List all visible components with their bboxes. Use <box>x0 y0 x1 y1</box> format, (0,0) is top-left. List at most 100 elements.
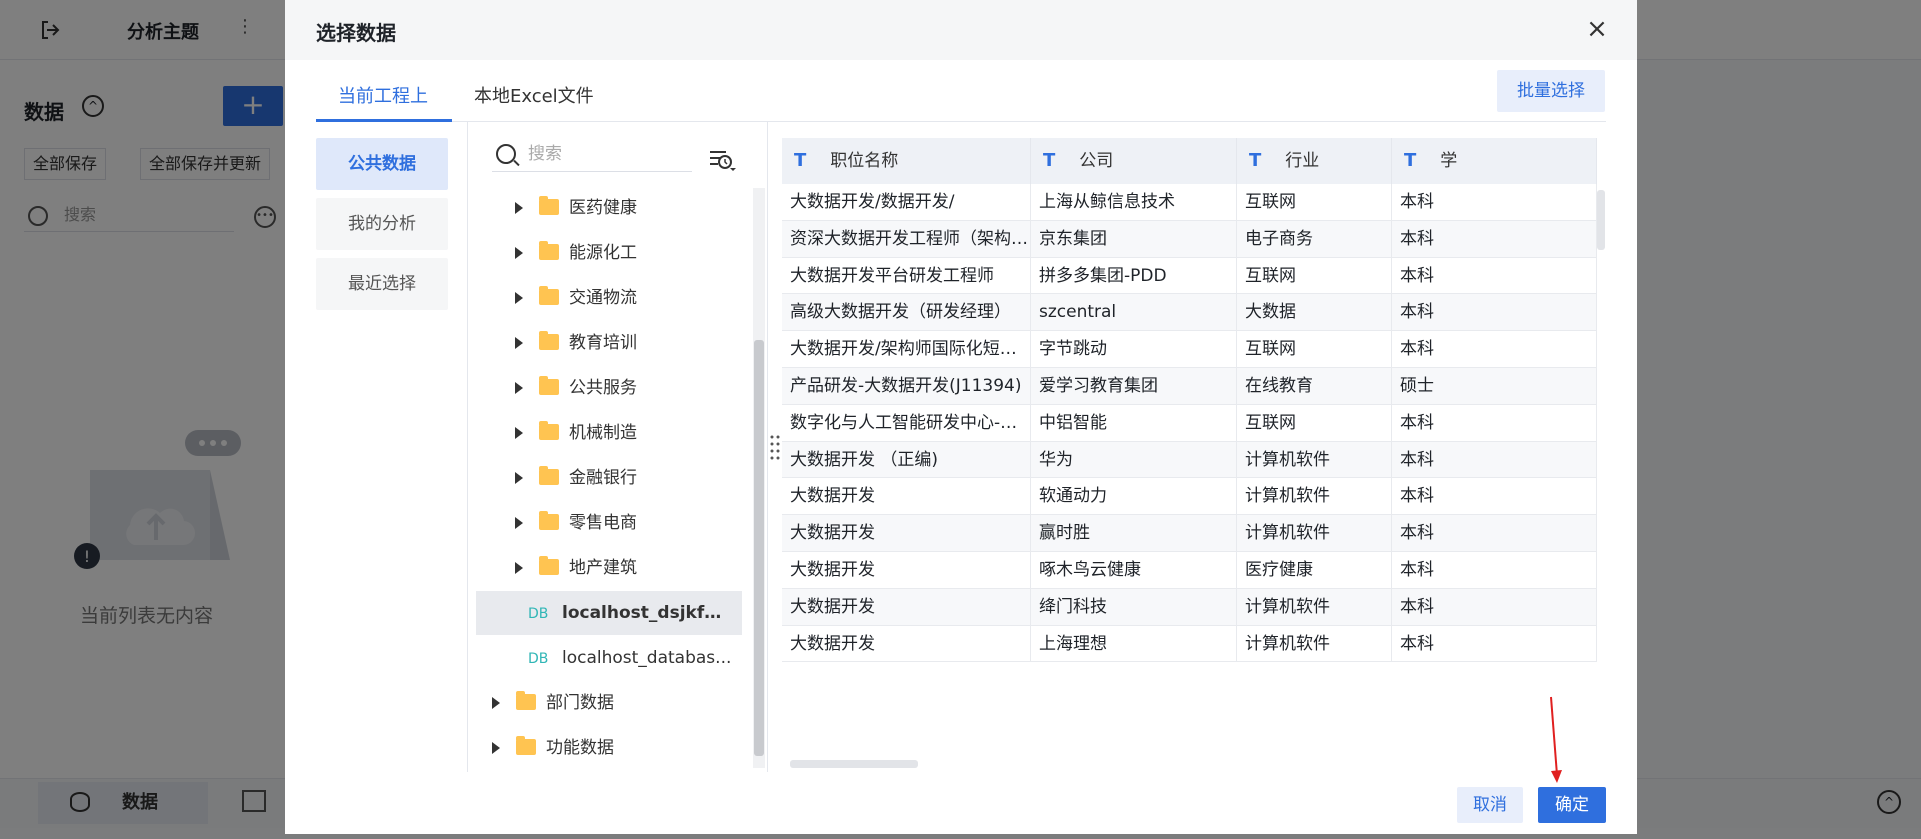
column-header-label: 学 <box>1440 151 1458 171</box>
table-row[interactable]: 大数据开发/架构师国际化短视频 字节跳动 互联网 本科 <box>782 331 1597 368</box>
table-cell: 资深大数据开发工程师（架构师 o... <box>782 220 1031 258</box>
tree-search-input[interactable] <box>528 140 688 168</box>
table-cell: 互联网 <box>1237 257 1392 295</box>
expand-caret-icon[interactable] <box>515 517 523 529</box>
table-cell: 本科 <box>1392 257 1597 295</box>
filter-history-icon[interactable] <box>708 148 736 172</box>
source-tabs: 当前工程上 本地Excel文件 <box>316 72 1606 122</box>
table-row[interactable]: 大数据开发平台研发工程师 拼多多集团-PDD 互联网 本科 <box>782 257 1597 295</box>
table-cell: 大数据 <box>1237 294 1392 332</box>
tree-item-folder[interactable]: 机械制造 <box>468 411 750 455</box>
expand-caret-icon[interactable] <box>515 472 523 484</box>
folder-icon <box>539 331 559 350</box>
tree-item-label: 机械制造 <box>569 423 637 443</box>
table-row[interactable]: 资深大数据开发工程师（架构师 o...京东集团电子商务本科 <box>782 220 1597 258</box>
table-cell: 本科 <box>1392 441 1597 479</box>
table-header: T 职位名称 T 公司 T 行业 T 学 <box>782 138 1597 184</box>
table-cell: 计算机软件 <box>1237 588 1392 626</box>
table-cell: 本科 <box>1392 220 1597 258</box>
column-header[interactable]: T学 <box>1392 138 1597 184</box>
dialog-header: 选择数据 × <box>285 0 1637 60</box>
tree-item-folder[interactable]: 医药健康 <box>468 186 750 230</box>
table-cell: 计算机软件 <box>1237 625 1392 663</box>
table-horizontal-scrollbar[interactable] <box>790 760 918 768</box>
tree-item-folder[interactable]: 部门数据 <box>468 681 750 725</box>
data-source-nav: 公共数据 我的分析 最近选择 <box>316 122 468 772</box>
tree-item-folder[interactable]: 交通物流 <box>468 276 750 320</box>
tree-item-folder[interactable]: 零售电商 <box>468 501 750 545</box>
table-row[interactable]: 高级大数据开发（研发经理） szcentral 大数据 本科 <box>782 294 1597 332</box>
tree-item-database[interactable]: DB localhost_databas... <box>468 636 750 680</box>
folder-icon <box>539 556 559 575</box>
expand-caret-icon[interactable] <box>492 697 500 709</box>
column-header[interactable]: T 行业 <box>1237 138 1392 184</box>
table-cell: 产品研发-大数据开发(J11394) <box>782 368 1031 405</box>
table-row[interactable]: 大数据开发 赢时胜 计算机软件 本科 <box>782 515 1597 552</box>
close-icon[interactable]: × <box>1585 16 1609 42</box>
column-header[interactable]: T 公司 <box>1031 138 1237 184</box>
expand-caret-icon[interactable] <box>515 202 523 214</box>
expand-caret-icon[interactable] <box>515 382 523 394</box>
expand-caret-icon[interactable] <box>515 427 523 439</box>
table-cell: 医疗健康 <box>1237 552 1392 589</box>
tree-item-folder[interactable]: 教育培训 <box>468 321 750 365</box>
table-cell: 大数据开发 （正编) <box>782 441 1031 479</box>
tree-search <box>492 136 692 172</box>
tree-item-folder[interactable]: 公共服务 <box>468 366 750 410</box>
expand-caret-icon[interactable] <box>492 742 500 754</box>
table-row[interactable]: 大数据开发 绛门科技 计算机软件 本科 <box>782 588 1597 626</box>
table-cell: 硕士 <box>1392 368 1597 405</box>
tree-item-folder[interactable]: 金融银行 <box>468 456 750 500</box>
tree-item-database[interactable]: DB localhost_dsjkfd... <box>476 591 742 635</box>
table-cell: 中铝智能 <box>1031 404 1237 442</box>
tree-item-folder[interactable]: 地产建筑 <box>468 546 750 590</box>
tree-item-label: 医药健康 <box>569 198 637 218</box>
tree-scrollbar-thumb[interactable] <box>754 340 764 756</box>
table-row[interactable]: 大数据开发 啄木鸟云健康 医疗健康 本科 <box>782 552 1597 589</box>
table-cell: 在线教育 <box>1237 368 1392 405</box>
tree-item-label: 金融银行 <box>569 468 637 488</box>
tab-local-excel[interactable]: 本地Excel文件 <box>474 82 594 108</box>
table-cell: 互联网 <box>1237 331 1392 368</box>
tree-item-folder[interactable]: 功能数据 <box>468 726 750 770</box>
resize-handle-icon[interactable] <box>769 432 781 462</box>
text-type-icon: T <box>1404 150 1417 171</box>
nav-public-data[interactable]: 公共数据 <box>316 138 448 190</box>
expand-caret-icon[interactable] <box>515 337 523 349</box>
table-cell: 大数据开发 <box>782 625 1031 663</box>
expand-caret-icon[interactable] <box>515 247 523 259</box>
table-cell: 华为 <box>1031 441 1237 479</box>
table-row[interactable]: 大数据开发/数据开发/上海从鲸信息技术 互联网 本科 <box>782 184 1597 221</box>
text-type-icon: T <box>1043 150 1056 171</box>
column-header-label: 公司 <box>1079 151 1114 171</box>
table-row[interactable]: 大数据开发 （正编) 华为 计算机软件 本科 <box>782 441 1597 479</box>
table-cell: 啄木鸟云健康 <box>1031 552 1237 589</box>
tree-item-label: localhost_databas... <box>562 648 732 668</box>
expand-caret-icon[interactable] <box>515 292 523 304</box>
nav-recent[interactable]: 最近选择 <box>316 258 448 310</box>
folder-icon <box>516 736 536 755</box>
table-cell: 大数据开发 <box>782 588 1031 626</box>
table-row[interactable]: 产品研发-大数据开发(J11394) 爱学习教育集团 在线教育 硕士 <box>782 368 1597 405</box>
batch-select-button[interactable]: 批量选择 <box>1497 70 1605 112</box>
expand-caret-icon[interactable] <box>515 562 523 574</box>
table-cell: 绛门科技 <box>1031 588 1237 626</box>
cancel-button[interactable]: 取消 <box>1457 787 1523 823</box>
select-data-dialog: 选择数据 × 当前工程上 本地Excel文件 批量选择 公共数据 我的分析 最近… <box>285 0 1637 834</box>
folder-icon <box>539 196 559 215</box>
confirm-button[interactable]: 确定 <box>1538 787 1606 823</box>
table-row[interactable]: 数字化与人工智能研发中心-大数... 中铝智能 互联网 本科 <box>782 404 1597 442</box>
table-row[interactable]: 大数据开发 软通动力 计算机软件 本科 <box>782 478 1597 516</box>
table-vertical-scrollbar[interactable] <box>1597 190 1605 250</box>
table-cell: 大数据开发 <box>782 515 1031 552</box>
table-cell: 赢时胜 <box>1031 515 1237 552</box>
column-header[interactable]: T 职位名称 <box>782 138 1031 184</box>
table-row[interactable]: 大数据开发 上海理想 计算机软件 本科 <box>782 625 1597 663</box>
nav-my-analysis[interactable]: 我的分析 <box>316 198 448 250</box>
tab-current-project[interactable]: 当前工程上 <box>338 82 428 108</box>
tree-list: 医药健康 能源化工 交通物流 教育培训 公共服务 机械制造 金融银行 零售电商 地产建筑 DB lo… <box>468 186 750 772</box>
table-cell: 互联网 <box>1237 404 1392 442</box>
tree-item-folder[interactable]: 能源化工 <box>468 231 750 275</box>
folder-icon <box>539 511 559 530</box>
table-cell: 拼多多集团-PDD <box>1031 257 1237 295</box>
